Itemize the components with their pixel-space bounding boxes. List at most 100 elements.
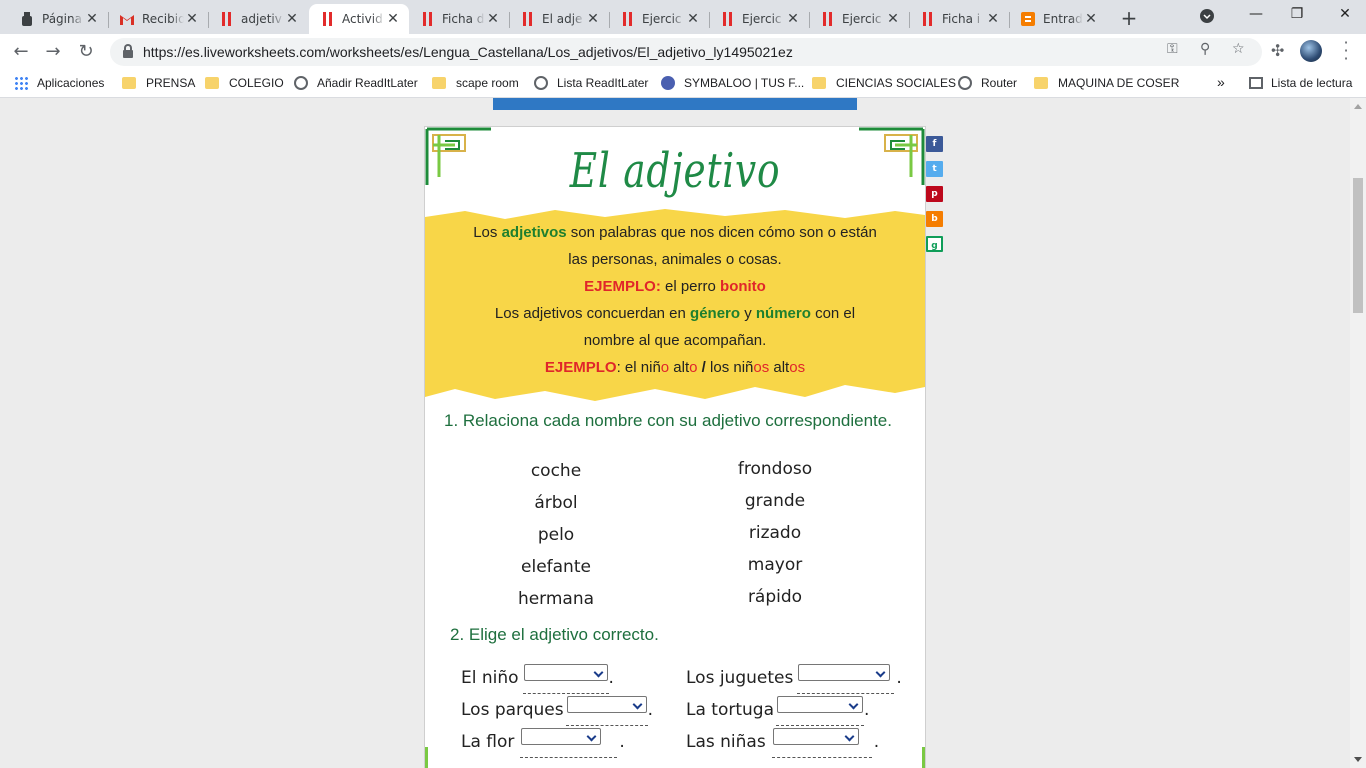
tab[interactable]: El adje ✕ — [509, 4, 609, 34]
vertical-scrollbar[interactable] — [1350, 98, 1366, 768]
bookmark-colegio[interactable]: COLEGIO — [205, 76, 284, 90]
tab-active[interactable]: Activid ✕ — [309, 4, 409, 34]
bookmark-symbaloo[interactable]: SYMBALOO | TUS F... — [661, 76, 804, 90]
sentence: La flor . — [461, 728, 625, 758]
adjective-select[interactable] — [798, 664, 891, 681]
bookmarks-bar: Aplicaciones PRENSA COLEGIO Añadir ReadI… — [0, 70, 1366, 98]
facebook-share-icon[interactable]: f — [926, 136, 943, 152]
adjective-select[interactable] — [777, 696, 863, 713]
url-text[interactable]: https://es.liveworksheets.com/worksheets… — [143, 44, 793, 60]
bookmark-anadir-readitlater[interactable]: Añadir ReadItLater — [294, 76, 418, 90]
close-icon[interactable]: ✕ — [785, 11, 801, 27]
noun-item[interactable]: coche — [486, 461, 626, 481]
close-icon[interactable]: ✕ — [184, 11, 200, 27]
reading-list-icon — [1249, 77, 1263, 89]
sentence-end: . — [896, 668, 902, 688]
tab[interactable]: Entrad ✕ — [1009, 4, 1107, 34]
pinterest-share-icon[interactable]: p — [926, 186, 943, 202]
close-icon[interactable]: ✕ — [485, 11, 501, 27]
close-icon[interactable]: ✕ — [885, 11, 901, 27]
zoom-icon[interactable]: ⚲ — [1200, 41, 1210, 57]
adjective-item[interactable]: frondoso — [705, 459, 845, 479]
close-window-button[interactable]: ✕ — [1335, 6, 1355, 22]
adjective-item[interactable]: mayor — [705, 555, 845, 575]
minimize-button[interactable]: — — [1246, 6, 1266, 22]
adjective-item[interactable]: rápido — [705, 587, 845, 607]
ad-banner[interactable] — [493, 98, 857, 110]
tab[interactable]: adjetiv ✕ — [208, 4, 308, 34]
tab-title: Ejercic — [742, 12, 782, 26]
noun-item[interactable]: elefante — [486, 557, 626, 577]
bookmark-scape-room[interactable]: scape room — [432, 76, 519, 90]
bookmark-label: Añadir ReadItLater — [317, 76, 418, 90]
intro-line: Los adjetivos concuerdan en género y núm… — [494, 305, 856, 322]
adjective-select[interactable] — [523, 664, 608, 681]
address-bar[interactable]: https://es.liveworksheets.com/worksheets… — [110, 38, 1262, 66]
bookmarks-overflow-button[interactable]: » — [1217, 74, 1225, 90]
reload-button[interactable]: ↻ — [75, 41, 97, 62]
browser-toolbar: ← → ↻ https://es.liveworksheets.com/work… — [0, 34, 1366, 70]
restore-button[interactable]: ❐ — [1287, 6, 1307, 22]
liveworksheets-icon — [823, 12, 832, 26]
bookmark-label: Router — [981, 76, 1018, 90]
reading-list-button[interactable]: Lista de lectura — [1249, 76, 1352, 90]
tab[interactable]: Ejercic ✕ — [709, 4, 809, 34]
bookmark-ciencias-sociales[interactable]: CIENCIAS SOCIALES — [812, 76, 956, 90]
tab[interactable]: Ficha i ✕ — [909, 4, 1009, 34]
close-icon[interactable]: ✕ — [585, 11, 601, 27]
noun-item[interactable]: árbol — [486, 493, 626, 513]
scroll-up-arrow[interactable] — [1354, 104, 1362, 109]
symbaloo-icon — [661, 76, 675, 90]
liveworksheets-icon — [222, 12, 231, 26]
tab[interactable]: Ejercic ✕ — [609, 4, 709, 34]
intro-example: EJEMPLO: el niño alto / los niños altos — [544, 359, 806, 376]
close-icon[interactable]: ✕ — [84, 11, 100, 27]
new-tab-button[interactable]: + — [1118, 6, 1140, 30]
classroom-share-icon[interactable]: g — [926, 236, 943, 252]
scroll-down-arrow[interactable] — [1354, 757, 1362, 762]
forward-button[interactable]: → — [42, 41, 64, 62]
twitter-share-icon[interactable]: t — [926, 161, 943, 177]
back-button[interactable]: ← — [10, 41, 32, 62]
sentence-end: . — [619, 732, 625, 752]
folder-icon — [432, 77, 446, 89]
menu-icon[interactable]: · · · — [1342, 35, 1350, 67]
noun-item[interactable]: hermana — [486, 589, 626, 609]
tab[interactable]: Recibid ✕ — [108, 4, 208, 34]
tab-title: Recibid — [142, 12, 184, 26]
folder-icon — [122, 77, 136, 89]
avatar[interactable] — [1300, 40, 1322, 62]
sentence-end: . — [608, 668, 614, 688]
bookmark-apps[interactable]: Aplicaciones — [14, 76, 104, 90]
globe-icon — [534, 76, 548, 90]
adjective-item[interactable]: grande — [705, 491, 845, 511]
liveworksheets-icon — [923, 12, 932, 26]
tab-strip: Página ✕ Recibid ✕ adjetiv ✕ Activid ✕ F… — [0, 0, 1366, 34]
tab[interactable]: Página ✕ — [8, 4, 108, 34]
bookmark-router[interactable]: Router — [958, 76, 1017, 90]
intro-example: EJEMPLO: el perro bonito — [584, 278, 766, 295]
close-icon[interactable]: ✕ — [685, 11, 701, 27]
tab-search-icon[interactable] — [1197, 9, 1217, 27]
tab[interactable]: Ficha d ✕ — [409, 4, 509, 34]
tab[interactable]: Ejercic ✕ — [809, 4, 909, 34]
tab-title: Ficha d — [442, 12, 485, 26]
noun-item[interactable]: pelo — [486, 525, 626, 545]
bookmark-star-icon[interactable]: ☆ — [1232, 41, 1245, 57]
scrollbar-thumb[interactable] — [1353, 178, 1363, 313]
adjective-item[interactable]: rizado — [705, 523, 845, 543]
key-icon[interactable]: ⚿ — [1167, 41, 1178, 57]
bookmark-maquina-de-coser[interactable]: MAQUINA DE COSER — [1034, 76, 1179, 90]
adjective-select[interactable] — [521, 728, 602, 745]
bookmark-lista-readitlater[interactable]: Lista ReadItLater — [534, 76, 648, 90]
close-icon[interactable]: ✕ — [985, 11, 1001, 27]
close-icon[interactable]: ✕ — [1083, 11, 1099, 27]
extensions-icon[interactable]: ✣ — [1271, 41, 1284, 60]
adjective-select[interactable] — [772, 728, 859, 745]
bookmark-prensa[interactable]: PRENSA — [122, 76, 195, 90]
close-icon[interactable]: ✕ — [385, 11, 401, 27]
blogger-share-icon[interactable]: b — [926, 211, 943, 227]
adjective-select[interactable] — [566, 696, 647, 713]
page-title: El adjetivo — [569, 143, 781, 199]
close-icon[interactable]: ✕ — [284, 11, 300, 27]
